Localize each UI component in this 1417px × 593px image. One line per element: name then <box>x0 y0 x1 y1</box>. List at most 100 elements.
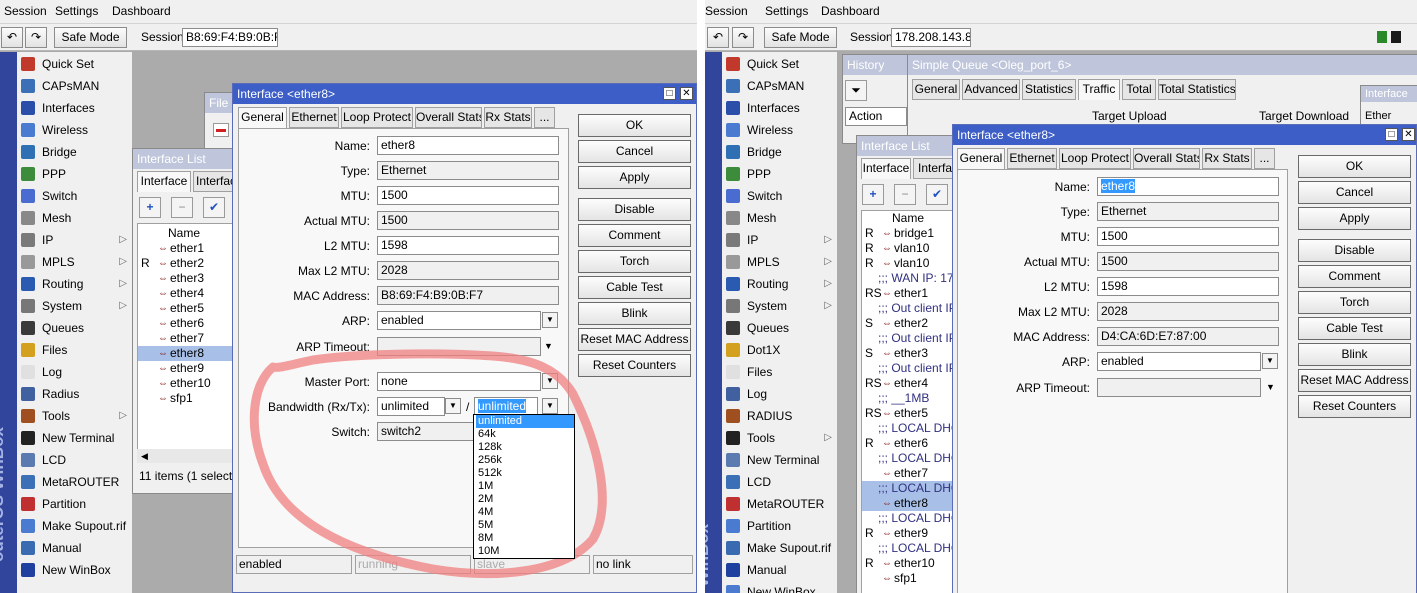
menu-dashboard[interactable]: Dashboard <box>821 4 880 18</box>
col-name-header[interactable]: Name <box>892 211 924 226</box>
table-row[interactable]: ⇔ Rvlan10 <box>862 256 956 271</box>
sidebar-item-manual[interactable]: Manual <box>20 537 132 559</box>
menu-session[interactable]: Session <box>705 4 748 18</box>
mtu-field[interactable]: 1500 <box>1097 227 1279 246</box>
tab-total-statistics[interactable]: Total Statistics <box>1158 79 1236 100</box>
arp-select[interactable]: enabled <box>1097 352 1261 371</box>
sidebar-item-capsman[interactable]: CAPsMAN <box>20 75 132 97</box>
tab-general[interactable]: General <box>912 79 960 100</box>
cancel-button[interactable]: Cancel <box>1298 181 1411 204</box>
dropdown-option[interactable]: 10M <box>476 545 574 558</box>
redo-icon[interactable]: ↷ <box>732 27 754 48</box>
dropdown-option[interactable]: 8M <box>476 532 574 545</box>
menu-settings[interactable]: Settings <box>55 4 98 18</box>
table-row[interactable]: ⇔ ether9 <box>138 361 238 376</box>
blink-button[interactable]: Blink <box>1298 343 1411 366</box>
table-row[interactable]: ⇔ Rbridge1 <box>862 226 956 241</box>
bandwidth-dropdown-list[interactable]: unlimited 64k 128k 256k 512k 1M 2M 4M 5M 8M 10M <box>473 414 575 559</box>
tab-traffic[interactable]: Traffic <box>1078 79 1120 100</box>
sidebar-item-new-terminal[interactable]: New Terminal <box>725 449 837 471</box>
maximize-icon[interactable]: □ <box>1385 128 1398 141</box>
sidebar-item-log[interactable]: Log <box>725 383 837 405</box>
name-field[interactable]: ether8 <box>1097 177 1279 196</box>
sidebar-item-ip[interactable]: IP ▷ <box>20 229 132 251</box>
table-row[interactable]: ⇔ ether1 <box>138 241 238 256</box>
table-row[interactable]: ⇔ ether10 <box>138 376 238 391</box>
sidebar-item-manual[interactable]: Manual <box>725 559 837 581</box>
safe-mode-button[interactable]: Safe Mode <box>54 27 127 48</box>
sidebar-item-partition[interactable]: Partition <box>20 493 132 515</box>
ok-button[interactable]: OK <box>1298 155 1411 178</box>
remove-icon[interactable] <box>213 123 229 137</box>
table-row[interactable]: ⇔ ether3 <box>138 271 238 286</box>
sidebar-item-ppp[interactable]: PPP <box>725 163 837 185</box>
reset-mac-address-button[interactable]: Reset MAC Address <box>1298 369 1411 392</box>
sidebar-item-mesh[interactable]: Mesh <box>725 207 837 229</box>
action-column[interactable]: Action <box>845 107 907 126</box>
table-row[interactable]: ⇔ Rether10 <box>862 556 956 571</box>
dropdown-option[interactable]: 1M <box>476 480 574 493</box>
remove-icon[interactable]: − <box>171 197 193 218</box>
scroll-left-icon[interactable]: ◀ <box>137 449 239 463</box>
undo-icon[interactable]: ↶ <box>707 27 729 48</box>
table-row[interactable]: ⇔ RS ether5 <box>862 406 956 421</box>
table-row[interactable]: ⇔ ether4 <box>138 286 238 301</box>
tab-rx-stats[interactable]: Rx Stats <box>1202 148 1252 169</box>
sidebar-item-mpls[interactable]: MPLS ▷ <box>20 251 132 273</box>
sidebar-item-metarouter[interactable]: MetaROUTER <box>725 493 837 515</box>
remove-icon[interactable]: − <box>894 184 916 205</box>
undo-icon[interactable]: ↶ <box>1 27 23 48</box>
sidebar-item-interfaces[interactable]: Interfaces <box>20 97 132 119</box>
enable-icon[interactable]: ✔ <box>926 184 948 205</box>
table-row[interactable]: ⇔ sfp1 <box>862 571 956 586</box>
apply-button[interactable]: Apply <box>1298 207 1411 230</box>
sidebar-item-metarouter[interactable]: MetaROUTER <box>20 471 132 493</box>
sidebar-item-lcd[interactable]: LCD <box>20 449 132 471</box>
torch-button[interactable]: Torch <box>1298 291 1411 314</box>
filter-icon[interactable]: ⏷ <box>845 80 867 101</box>
table-row[interactable]: ;;; __1MB <box>862 391 956 406</box>
table-row[interactable]: ⇔ Rvlan10 <box>862 241 956 256</box>
tab-interface[interactable]: Interface <box>861 158 911 179</box>
sidebar-item-log[interactable]: Log <box>20 361 132 383</box>
tab-total[interactable]: Total <box>1122 79 1156 100</box>
ether-stub-tab[interactable]: Ether <box>1365 110 1391 122</box>
add-icon[interactable]: + <box>862 184 884 205</box>
menu-settings[interactable]: Settings <box>765 4 808 18</box>
dropdown-option[interactable]: 512k <box>476 467 574 480</box>
dropdown-option[interactable]: 128k <box>476 441 574 454</box>
sidebar-item-routing[interactable]: Routing ▷ <box>20 273 132 295</box>
table-row[interactable]: ⇔ Sether2 <box>862 316 956 331</box>
tab-interface-2[interactable]: Interfa <box>913 158 957 179</box>
sidebar-item-system[interactable]: System ▷ <box>20 295 132 317</box>
table-row[interactable]: ;;; LOCAL DHCF <box>862 421 967 436</box>
table-row[interactable]: ⇔ Rether9 <box>862 526 956 541</box>
tab-loop-protect[interactable]: Loop Protect <box>1059 148 1131 169</box>
table-row[interactable]: ⇔ ether8 <box>862 496 956 511</box>
tab-advanced[interactable]: Advanced <box>962 79 1020 100</box>
sidebar-item-bridge[interactable]: Bridge <box>20 141 132 163</box>
sidebar-item-wireless[interactable]: Wireless <box>20 119 132 141</box>
sidebar-item-routing[interactable]: Routing ▷ <box>725 273 837 295</box>
sidebar-item-files[interactable]: Files <box>725 361 837 383</box>
tab-more[interactable]: ... <box>1254 148 1275 169</box>
close-icon[interactable]: ✕ <box>1402 128 1415 141</box>
table-row[interactable]: ⇔ ether8 <box>138 346 238 361</box>
arp-timeout-dropdown-icon[interactable]: ▼ <box>1266 382 1275 392</box>
sidebar-item-files[interactable]: Files <box>20 339 132 361</box>
table-row[interactable]: ⇔ ether6 <box>138 316 238 331</box>
sidebar-item-queues[interactable]: Queues <box>20 317 132 339</box>
sidebar-item-system[interactable]: System ▷ <box>725 295 837 317</box>
cable-test-button[interactable]: Cable Test <box>1298 317 1411 340</box>
dropdown-option[interactable]: 256k <box>476 454 574 467</box>
sidebar-item-queues[interactable]: Queues <box>725 317 837 339</box>
comment-button[interactable]: Comment <box>1298 265 1411 288</box>
table-row[interactable]: ⇔ RS ether1 <box>862 286 956 301</box>
dropdown-option[interactable]: 2M <box>476 493 574 506</box>
table-row[interactable]: ;;; LOCAL DHCF <box>862 451 967 466</box>
sidebar-item-tools[interactable]: Tools ▷ <box>20 405 132 427</box>
tab-general[interactable]: General <box>957 148 1005 169</box>
sidebar-item-switch[interactable]: Switch <box>725 185 837 207</box>
col-name-header[interactable]: Name <box>168 226 200 241</box>
menu-session[interactable]: Session <box>4 4 47 18</box>
